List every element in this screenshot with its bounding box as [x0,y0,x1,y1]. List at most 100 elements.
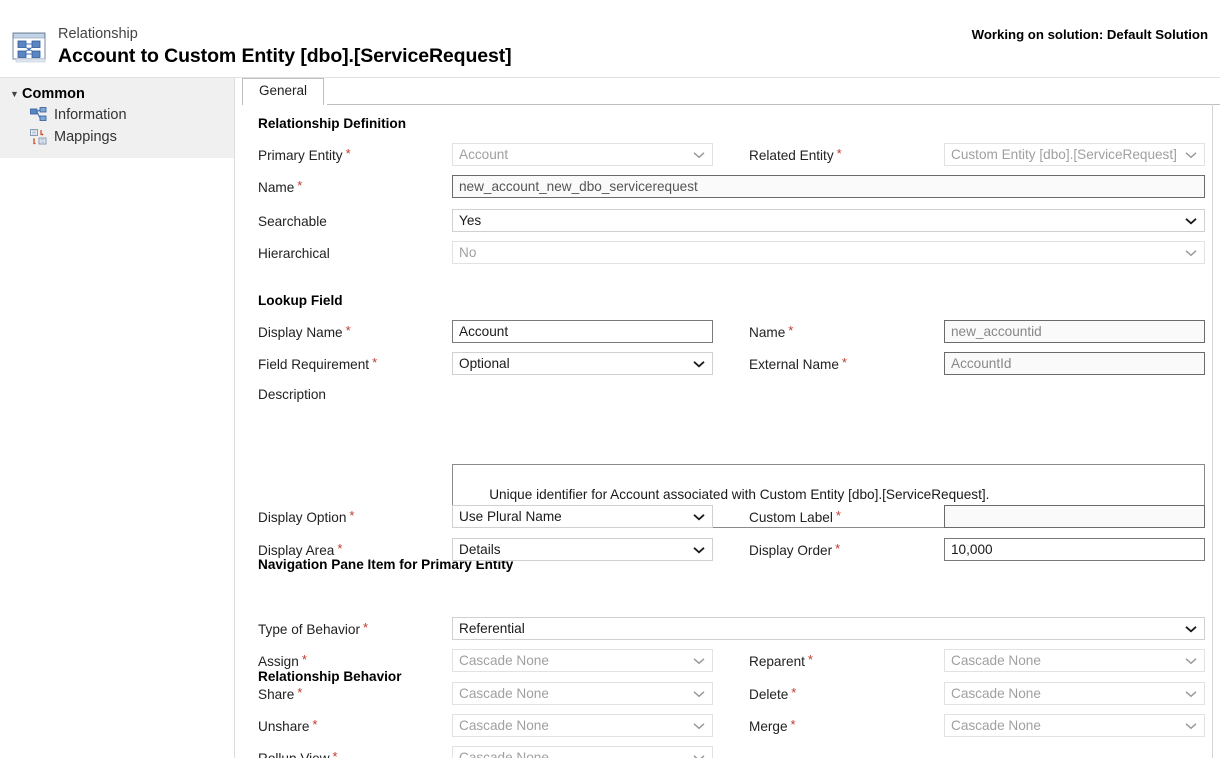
collapse-triangle-icon[interactable]: ▼ [10,87,22,101]
mappings-icon [30,129,47,145]
sidebar-group-common[interactable]: ▼ Common [0,84,234,104]
header-kicker: Relationship [58,26,138,42]
primary-entity-value: Account [459,147,509,162]
type-of-behavior-select[interactable]: Referential [452,617,1205,640]
relationship-form: Relationship Definition Primary Entity * … [235,105,1212,758]
required-marker: * [836,146,842,161]
field-requirement-select[interactable]: Optional [452,352,713,375]
lookup-name-input[interactable]: new_accountid [944,320,1205,343]
label-display-option: Display Option [258,510,347,525]
label-rollup-view: Rollup View [258,751,330,758]
display-area-select[interactable]: Details [452,538,713,561]
tab-general[interactable]: General [242,78,325,105]
label-name: Name [258,180,295,195]
required-marker: * [301,652,307,667]
label-reparent: Reparent [749,654,805,669]
required-marker: * [349,508,355,523]
sidebar-item-information[interactable]: Information [0,104,234,126]
merge-select[interactable]: Cascade None [944,714,1205,737]
chevron-down-icon [693,650,705,671]
label-description: Description [258,387,326,402]
body-container: ▼ Common Information Mappings General Re… [0,78,1220,758]
required-marker: * [807,652,813,667]
assign-value: Cascade None [459,653,549,668]
display-area-value: Details [459,542,501,557]
required-marker: * [345,323,351,338]
type-of-behavior-value: Referential [459,621,525,636]
share-value: Cascade None [459,686,549,701]
custom-label-input[interactable] [944,505,1205,528]
sidebar-navigation: ▼ Common Information Mappings [0,78,234,158]
field-requirement-value: Optional [459,356,510,371]
sidebar-item-mappings[interactable]: Mappings [0,126,234,148]
section-heading-lookup-field: Lookup Field [258,293,343,308]
rollup-view-select[interactable]: Cascade None [452,746,713,758]
chevron-down-icon [1185,210,1197,231]
related-entity-select[interactable]: Custom Entity [dbo].[ServiceRequest] [944,143,1205,166]
relationship-icon [11,30,49,64]
section-heading-relationship-definition: Relationship Definition [258,116,407,131]
label-external-name: External Name [749,357,839,372]
chevron-down-icon [1185,650,1197,671]
delete-select[interactable]: Cascade None [944,682,1205,705]
display-order-value: 10,000 [951,542,993,557]
reparent-select[interactable]: Cascade None [944,649,1205,672]
label-related-entity: Related Entity [749,148,834,163]
display-option-value: Use Plural Name [459,509,562,524]
required-marker: * [297,178,303,193]
tab-strip: General [242,78,1220,105]
lookup-name-value: new_accountid [951,324,1042,339]
relationship-name-input[interactable]: new_account_new_dbo_servicerequest [452,175,1205,198]
label-field-requirement: Field Requirement [258,357,370,372]
required-marker: * [312,717,318,732]
required-marker: * [372,355,378,370]
searchable-select[interactable]: Yes [452,209,1205,232]
assign-select[interactable]: Cascade None [452,649,713,672]
required-marker: * [790,717,796,732]
display-name-input[interactable]: Account [452,320,713,343]
chevron-down-icon [693,353,705,374]
label-display-order: Display Order [749,543,833,558]
rollup-view-value: Cascade None [459,750,549,758]
required-marker: * [835,541,841,556]
label-assign: Assign [258,654,299,669]
hierarchical-select[interactable]: No [452,241,1205,264]
label-share: Share [258,687,295,702]
chevron-down-icon [693,144,705,165]
searchable-value: Yes [459,213,482,228]
panel-right-border [1212,104,1213,758]
required-marker: * [841,355,847,370]
information-relationship-icon [30,107,47,123]
chevron-down-icon [1185,144,1197,165]
label-primary-entity: Primary Entity [258,148,343,163]
working-solution-label: Working on solution: Default Solution [971,27,1208,42]
primary-entity-select[interactable]: Account [452,143,713,166]
label-lookup-name: Name [749,325,786,340]
required-marker: * [791,685,797,700]
display-order-input[interactable]: 10,000 [944,538,1205,561]
required-marker: * [345,146,351,161]
chevron-down-icon [1185,715,1197,736]
chevron-down-icon [693,747,705,758]
external-name-value: AccountId [951,356,1012,371]
unshare-select[interactable]: Cascade None [452,714,713,737]
label-type-of-behavior: Type of Behavior [258,622,361,637]
page-title: Account to Custom Entity [dbo].[ServiceR… [58,45,512,67]
content-panel: General Relationship Definition Primary … [235,78,1220,758]
label-searchable: Searchable [258,214,327,229]
merge-value: Cascade None [951,718,1041,733]
chevron-down-icon [1185,242,1197,263]
description-value: Unique identifier for Account associated… [489,487,990,502]
required-marker: * [363,620,369,635]
required-marker: * [337,541,343,556]
required-marker: * [835,508,841,523]
display-option-select[interactable]: Use Plural Name [452,505,713,528]
share-select[interactable]: Cascade None [452,682,713,705]
label-delete: Delete [749,687,789,702]
label-custom-label: Custom Label [749,510,833,525]
label-unshare: Unshare [258,719,310,734]
section-heading-relationship-behavior: Relationship Behavior [258,669,402,684]
related-entity-value: Custom Entity [dbo].[ServiceRequest] [951,147,1177,162]
sidebar-item-label: Mappings [54,129,117,145]
external-name-input[interactable]: AccountId [944,352,1205,375]
